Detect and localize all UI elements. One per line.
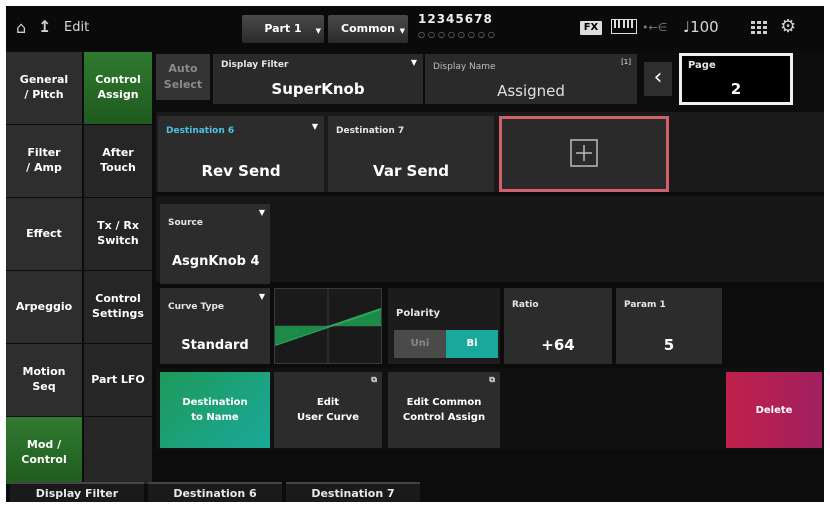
display-filter-label: Display Filter (221, 60, 289, 70)
page-field[interactable]: Page 2 (679, 53, 793, 105)
submenu-part-lfo[interactable]: Part LFO (84, 344, 152, 417)
polarity-label: Polarity (396, 308, 441, 319)
dropdown-indicator-icon: ▼ (311, 122, 318, 131)
chevron-left-icon[interactable]: ‹ (644, 62, 672, 96)
tab-destination-7[interactable]: Destination 7 (286, 482, 420, 502)
curve-graph (274, 288, 382, 364)
keyboard-icon (611, 19, 637, 34)
add-destination-button[interactable] (499, 116, 669, 192)
destination-to-name-button[interactable]: Destination to Name (160, 372, 270, 448)
submenu-label: Part LFO (91, 372, 145, 386)
edit-common-label: Edit Common Control Assign (402, 397, 486, 423)
polarity-uni-button[interactable]: Uni (394, 330, 446, 358)
dropdown-indicator-icon: ▼ (258, 208, 265, 217)
plus-icon (570, 139, 598, 171)
edit-user-curve-label: Edit User Curve (297, 397, 359, 423)
delete-button[interactable]: Delete (726, 372, 822, 448)
menu-label: Arpeggio (15, 299, 73, 313)
submenu-tx-rx-switch[interactable]: Tx / Rx Switch (84, 198, 152, 271)
menu-label: Effect (26, 226, 62, 240)
tempo-value: 100 (690, 18, 719, 36)
param-1-value: 5 (663, 336, 675, 354)
tempo-display[interactable]: ♩100 (683, 18, 719, 36)
curve-type-field[interactable]: Curve Type ▼ Standard (160, 288, 270, 364)
ratio-value: +64 (541, 336, 575, 354)
display-name-label: Display Name (433, 62, 496, 72)
destination-6-label: Destination 6 (166, 126, 235, 136)
ratio-label: Ratio (512, 300, 539, 310)
curve-type-label: Curve Type (168, 302, 225, 312)
tab-display-filter[interactable]: Display Filter (10, 482, 144, 502)
curve-type-value: Standard (181, 338, 249, 353)
menu-label: Filter / Amp (26, 146, 62, 174)
submenu-label: After Touch (100, 146, 136, 174)
main-menu: General / Pitch Filter / Amp Effect Arpe… (6, 52, 82, 490)
menu-label: Motion Seq (22, 365, 66, 393)
gear-icon[interactable]: ⚙ (780, 16, 796, 37)
dropdown-indicator-icon: ▼ (315, 27, 321, 35)
part-label: Part 1 (264, 22, 302, 35)
home-icon[interactable]: ⌂ (16, 18, 26, 37)
source-field[interactable]: Source ▼ AsgnKnob 4 (160, 204, 270, 284)
display-name-badge: [1] (621, 58, 631, 66)
edit-common-control-assign-button[interactable]: Edit Common Control Assign ⧉ (388, 372, 500, 448)
destination-6-value: Rev Send (201, 162, 281, 180)
sub-menu: Control Assign After Touch Tx / Rx Switc… (84, 52, 152, 490)
destination-7-value: Var Send (373, 162, 449, 180)
grid-icon[interactable] (751, 20, 767, 39)
submenu-after-touch[interactable]: After Touch (84, 125, 152, 198)
destination-6-field[interactable]: Destination 6 ▼ Rev Send (158, 116, 324, 192)
param-1-field[interactable]: Param 1 5 (616, 288, 722, 364)
page-label: Page (688, 60, 716, 71)
source-label: Source (168, 218, 203, 228)
screen-title: Edit (64, 20, 90, 35)
top-bar: ⌂ ↥ Edit Part 1 ▼ Common ▼ 12345678 ○○○○… (6, 6, 824, 50)
polarity-field: Polarity Uni Bi (388, 288, 500, 364)
page-value: 2 (730, 80, 742, 98)
submenu-label: Tx / Rx Switch (97, 219, 139, 247)
auto-select-button[interactable]: Auto Select (156, 54, 210, 100)
dropdown-indicator-icon: ▼ (258, 292, 265, 301)
param-1-label: Param 1 (624, 300, 666, 310)
display-filter-field[interactable]: Display Filter ▼ SuperKnob (213, 54, 423, 104)
display-name-value: Assigned (497, 82, 565, 100)
part-numbers[interactable]: 12345678 (418, 12, 493, 26)
external-window-icon: ⧉ (371, 375, 377, 384)
fx-badge: FX (580, 21, 602, 35)
source-value: AsgnKnob 4 (172, 254, 260, 269)
display-name-field[interactable]: Display Name [1] Assigned (425, 54, 637, 104)
common-button[interactable]: Common ▼ (328, 15, 408, 43)
part-status-dots: ○○○○○○○○ (418, 30, 498, 39)
submenu-label: Control Settings (92, 292, 144, 320)
menu-motion-seq[interactable]: Motion Seq (6, 344, 82, 417)
up-arrow-icon[interactable]: ↥ (38, 17, 51, 36)
dropdown-indicator-icon: ▼ (410, 58, 417, 67)
ratio-field[interactable]: Ratio +64 (504, 288, 612, 364)
usb-icon: •←∈ (642, 21, 668, 34)
tab-destination-6[interactable]: Destination 6 (148, 482, 282, 502)
destination-7-field[interactable]: Destination 7 Var Send (328, 116, 494, 192)
polarity-bi-button[interactable]: Bi (446, 330, 498, 358)
menu-filter-amp[interactable]: Filter / Amp (6, 125, 82, 198)
submenu-control-assign[interactable]: Control Assign (84, 52, 152, 125)
menu-general-pitch[interactable]: General / Pitch (6, 52, 82, 125)
display-filter-value: SuperKnob (271, 80, 365, 98)
menu-arpeggio[interactable]: Arpeggio (6, 271, 82, 344)
submenu-label: Control Assign (95, 73, 141, 101)
external-window-icon: ⧉ (489, 375, 495, 384)
submenu-control-settings[interactable]: Control Settings (84, 271, 152, 344)
synth-screen: ⌂ ↥ Edit Part 1 ▼ Common ▼ 12345678 ○○○○… (6, 6, 824, 502)
submenu-empty (84, 417, 152, 490)
common-label: Common (341, 22, 395, 35)
menu-label: Mod / Control (21, 438, 67, 466)
menu-mod-control[interactable]: Mod / Control (6, 417, 82, 490)
dropdown-indicator-icon: ▼ (399, 27, 405, 35)
menu-label: General / Pitch (19, 73, 69, 101)
menu-effect[interactable]: Effect (6, 198, 82, 271)
part-selector[interactable]: Part 1 ▼ (242, 15, 324, 43)
edit-user-curve-button[interactable]: Edit User Curve ⧉ (274, 372, 382, 448)
destination-7-label: Destination 7 (336, 126, 405, 136)
